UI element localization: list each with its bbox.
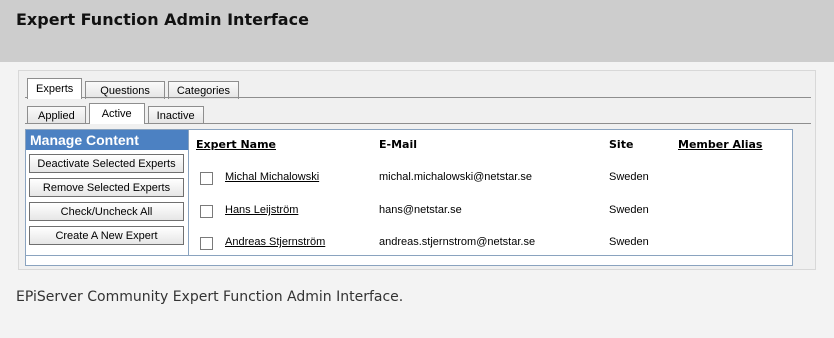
- tab-inactive[interactable]: Inactive: [147, 106, 204, 124]
- experts-panel: Manage Content Deactivate Selected Exper…: [25, 129, 793, 266]
- column-header-email: E-Mail: [379, 138, 417, 151]
- table-row: Michal Michalowski michal.michalowski@ne…: [196, 168, 786, 188]
- tab-divider: [25, 97, 811, 98]
- column-header-site: Site: [609, 138, 634, 151]
- check-uncheck-all-button[interactable]: Check/Uncheck All: [29, 202, 184, 221]
- create-new-expert-button[interactable]: Create A New Expert: [29, 226, 184, 245]
- tab-experts[interactable]: Experts: [27, 78, 83, 99]
- expert-email: andreas.stjernstrom@netstar.se: [379, 236, 536, 248]
- expert-site: Sweden: [609, 171, 649, 183]
- expert-email: michal.michalowski@netstar.se: [379, 171, 532, 183]
- row-checkbox[interactable]: [200, 205, 213, 218]
- panel-divider: [26, 255, 792, 256]
- expert-name-link[interactable]: Hans Leijström: [225, 204, 298, 216]
- main-tabs: Experts Questions Categories: [27, 78, 242, 99]
- expert-email: hans@netstar.se: [379, 204, 462, 216]
- column-header-expert-name[interactable]: Expert Name: [196, 138, 276, 151]
- page-title: Expert Function Admin Interface: [16, 10, 309, 29]
- admin-window: Experts Questions Categories Applied Act…: [18, 70, 816, 270]
- expert-name-link[interactable]: Michal Michalowski: [225, 171, 319, 183]
- tab-applied[interactable]: Applied: [27, 106, 86, 124]
- manage-content-sidebar: Manage Content Deactivate Selected Exper…: [26, 130, 189, 255]
- deactivate-selected-button[interactable]: Deactivate Selected Experts: [29, 154, 184, 173]
- row-checkbox[interactable]: [200, 237, 213, 250]
- remove-selected-button[interactable]: Remove Selected Experts: [29, 178, 184, 197]
- page-header: Expert Function Admin Interface: [0, 0, 834, 62]
- table-row: Hans Leijström hans@netstar.se Sweden: [196, 201, 786, 221]
- expert-site: Sweden: [609, 204, 649, 216]
- status-tabs: Applied Active Inactive: [27, 103, 207, 124]
- figure-caption: EPiServer Community Expert Function Admi…: [16, 289, 404, 305]
- table-row: Andreas Stjernström andreas.stjernstrom@…: [196, 233, 786, 253]
- expert-site: Sweden: [609, 236, 649, 248]
- manage-content-title: Manage Content: [26, 130, 188, 150]
- expert-name-link[interactable]: Andreas Stjernström: [225, 236, 325, 248]
- row-checkbox[interactable]: [200, 172, 213, 185]
- column-header-member-alias[interactable]: Member Alias: [678, 138, 762, 151]
- tab-active[interactable]: Active: [88, 103, 145, 124]
